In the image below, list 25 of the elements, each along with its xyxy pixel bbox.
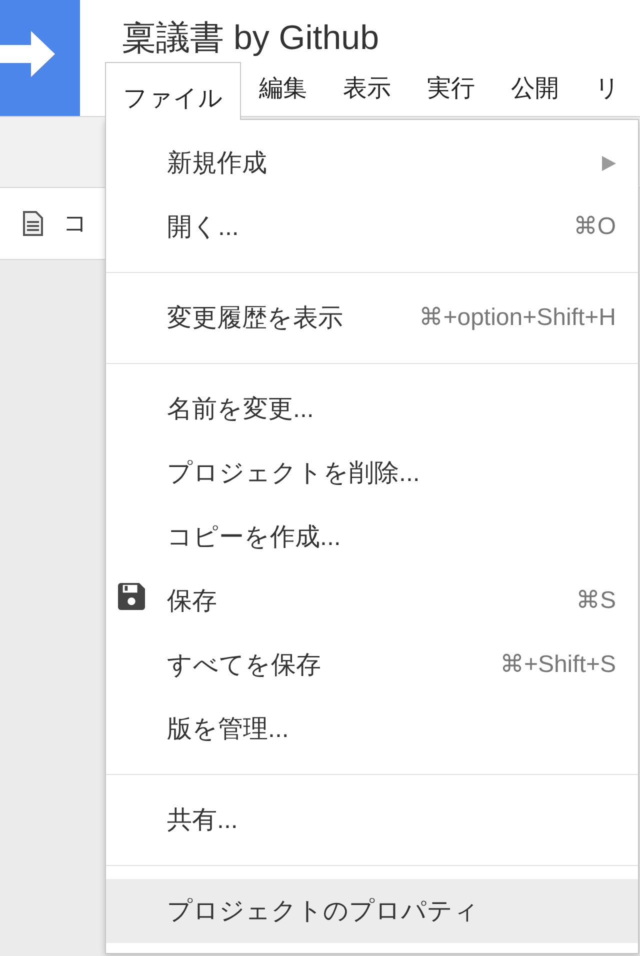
project-title: 稟議書 by Github <box>122 21 379 55</box>
menu-item[interactable]: プロジェクトを削除... <box>106 441 638 505</box>
file-list-item[interactable]: コ <box>0 188 106 260</box>
menu-bar-item[interactable]: 実行 <box>427 76 475 101</box>
keyboard-shortcut: ⌘O <box>573 212 616 242</box>
menu-item[interactable]: 保存 ⌘S <box>106 569 638 633</box>
menu-bar-item[interactable]: 編集 <box>259 76 307 101</box>
keyboard-shortcut: ⌘+Shift+S <box>500 650 616 680</box>
menu-item[interactable]: すべてを保存 ⌘+Shift+S <box>106 633 638 697</box>
menu-bar-item[interactable]: 公開 <box>511 76 559 101</box>
menu-item[interactable]: 名前を変更... <box>106 377 638 441</box>
menu-item[interactable]: プロジェクトのプロパティ <box>106 879 638 943</box>
menu-bar-item[interactable]: リ <box>595 76 620 101</box>
menu-bar-item[interactable]: 表示 <box>343 76 391 101</box>
keyboard-shortcut: ⌘+option+Shift+H <box>419 303 616 333</box>
menu-item[interactable]: コピーを作成... <box>106 505 638 569</box>
menu-bar-tab[interactable]: ファイル <box>105 62 241 120</box>
keyboard-shortcut: ⌘S <box>576 586 616 616</box>
menu-item[interactable]: 版を管理... <box>106 697 638 761</box>
menu-item[interactable]: 変更履歴を表示 ⌘+option+Shift+H <box>106 286 638 350</box>
menu-item[interactable]: 共有... <box>106 788 638 852</box>
arrow-logo-icon[interactable] <box>0 0 80 116</box>
document-icon <box>23 211 43 236</box>
menu-item[interactable]: 新規作成 <box>106 131 638 195</box>
menu-item[interactable]: 開く... ⌘O <box>106 195 638 259</box>
